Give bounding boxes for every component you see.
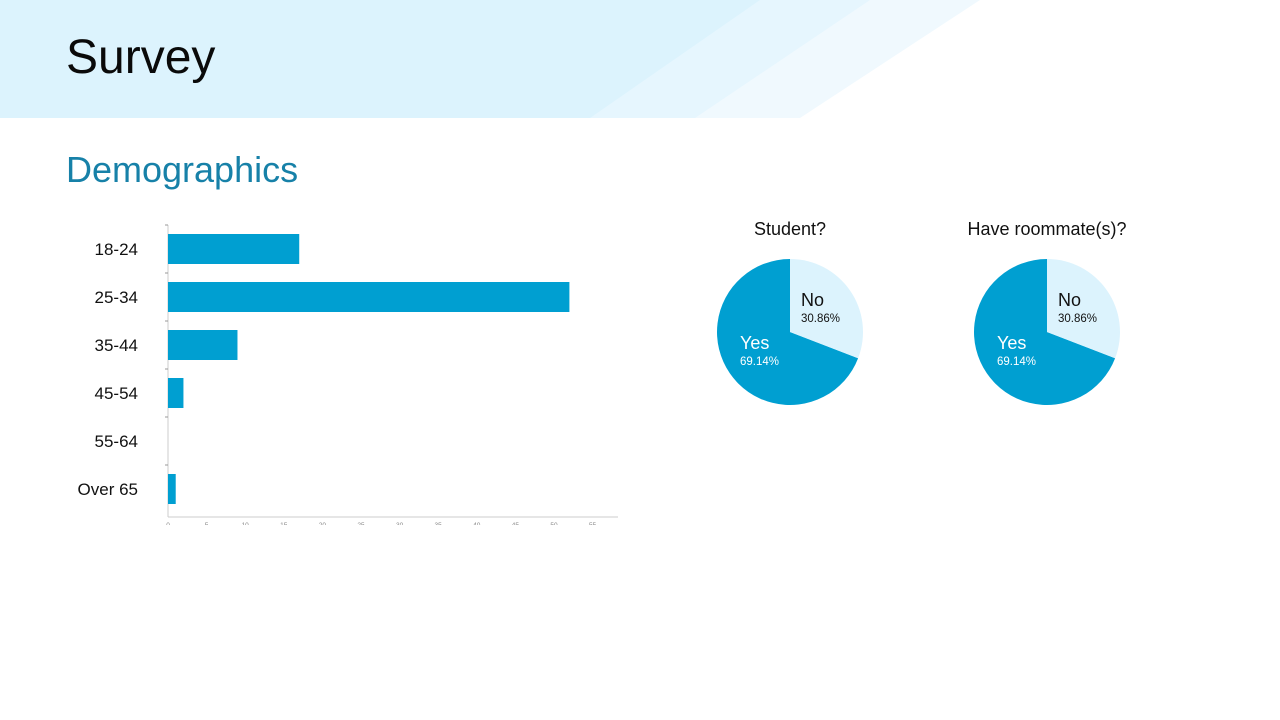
x-tick-label: 50 [550, 522, 558, 525]
page-title: Survey [66, 31, 216, 84]
x-tick-label: 5 [205, 522, 209, 525]
y-tick-label: Over 65 [78, 480, 138, 499]
y-tick-label: 25-34 [95, 288, 138, 307]
pie-pct-no: 30.86% [1058, 313, 1097, 325]
y-tick-label: 45-54 [95, 384, 138, 403]
y-tick-label: 55-64 [95, 432, 138, 451]
x-tick-label: 25 [357, 522, 365, 525]
y-tick-label: 35-44 [95, 336, 138, 355]
pie-pct-yes: 69.14% [997, 356, 1036, 368]
x-tick-label: 55 [589, 522, 597, 525]
pie-title: Student? [754, 219, 826, 239]
x-tick-label: 0 [166, 522, 170, 525]
pie-label-no: No [1058, 290, 1081, 310]
student-pie-svg: Student? No 30.86% Yes 69.14% [717, 219, 863, 405]
bar [168, 234, 300, 264]
x-tick-label: 15 [280, 522, 288, 525]
age-bar-chart: 18-24 25-34 35-44 45-54 55-64 Over 65 0 5 10 15 20… [78, 224, 618, 525]
bar [168, 378, 184, 408]
pie-pct-yes: 69.14% [740, 356, 779, 368]
x-tick-label: 35 [435, 522, 443, 525]
student-pie-chart: Student? No 30.86% Yes 69.14% [700, 215, 880, 420]
x-tick-label: 30 [396, 522, 404, 525]
pie-label-yes: Yes [997, 333, 1026, 353]
roommates-pie-chart: Have roommate(s)? No 30.86% Yes 69.14% [957, 215, 1137, 420]
bar [168, 330, 238, 360]
pie-pct-no: 30.86% [801, 313, 840, 325]
x-tick-label: 40 [473, 522, 481, 525]
bar [168, 282, 570, 312]
section-title: Demographics [66, 149, 299, 190]
bar [168, 474, 176, 504]
roommates-pie-svg: Have roommate(s)? No 30.86% Yes 69.14% [967, 219, 1127, 405]
x-tick-label: 20 [319, 522, 327, 525]
y-tick-label: 18-24 [95, 240, 138, 259]
pie-title: Have roommate(s)? [967, 219, 1126, 239]
x-tick-label: 10 [242, 522, 250, 525]
pie-label-no: No [801, 290, 824, 310]
x-tick-label: 45 [512, 522, 520, 525]
pie-label-yes: Yes [740, 333, 769, 353]
